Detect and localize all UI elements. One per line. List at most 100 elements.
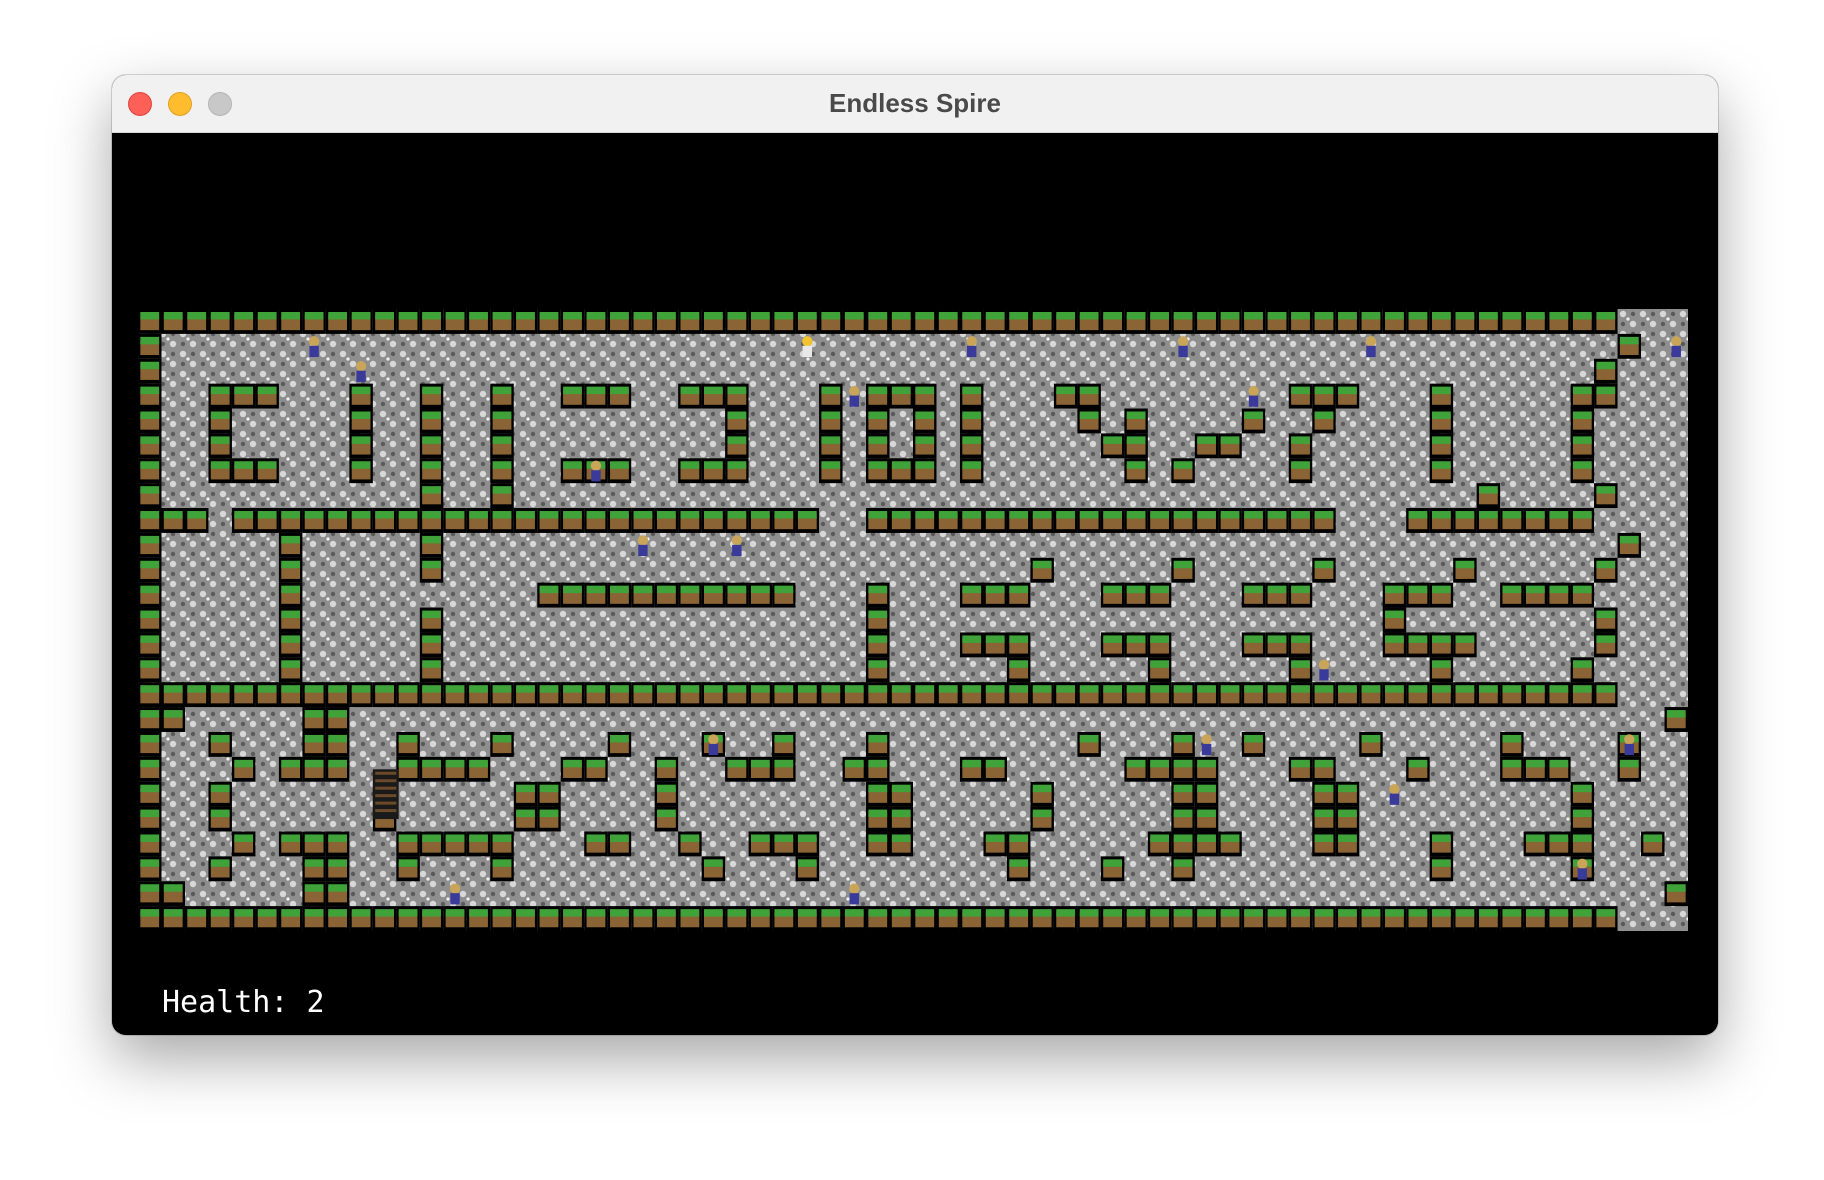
wall-tile [1594, 607, 1618, 633]
wall-tile [161, 881, 185, 907]
wall-tile [983, 309, 1007, 334]
wall-tile [1288, 458, 1313, 484]
wall-tile [349, 458, 373, 484]
wall-tile [889, 831, 913, 857]
wall-tile [302, 831, 326, 857]
wall-tile [607, 831, 632, 857]
wall-tile [866, 458, 890, 484]
wall-tile [1335, 806, 1360, 832]
wall-tile [889, 458, 913, 484]
wall-tile [1194, 806, 1219, 832]
enemy-sprite [1248, 385, 1259, 407]
wall-tile [1288, 508, 1313, 533]
wall-tile [678, 682, 702, 708]
wall-tile [490, 458, 514, 484]
wall-tile [889, 383, 913, 409]
health-value: 2 [306, 985, 325, 1020]
wall-tile [208, 781, 232, 807]
wall-tile [138, 333, 162, 359]
wall-tile [1124, 756, 1148, 782]
wall-tile [842, 309, 867, 334]
wall-tile [1570, 806, 1595, 832]
wall-tile [231, 383, 256, 409]
enemy-sprite [308, 336, 320, 358]
wall-tile [1570, 433, 1595, 459]
wall-tile [1171, 906, 1195, 931]
wall-tile [1570, 831, 1595, 857]
wall-tile [255, 682, 279, 708]
wall-tile [419, 632, 444, 658]
wall-tile [1406, 309, 1430, 334]
wall-tile [959, 383, 984, 409]
wall-tile [208, 433, 232, 459]
wall-tile [1077, 383, 1101, 409]
wall-tile [466, 508, 491, 533]
wall-tile [1006, 906, 1031, 931]
wall-tile [1312, 806, 1336, 832]
game-board[interactable] [138, 309, 1688, 931]
wall-tile [396, 508, 420, 533]
wall-tile [584, 682, 608, 708]
wall-tile [1077, 508, 1101, 533]
wall-tile [161, 707, 185, 732]
wall-tile [1312, 383, 1336, 409]
wall-tile [443, 756, 467, 782]
wall-tile [419, 309, 444, 334]
wall-tile [983, 508, 1007, 533]
wall-tile [959, 508, 984, 533]
wall-tile [1053, 508, 1078, 533]
wall-tile [725, 756, 749, 782]
wall-tile [701, 383, 726, 409]
wall-tile [678, 458, 702, 484]
wall-tile [959, 458, 984, 484]
wall-tile [1124, 433, 1148, 459]
wall-tile [1077, 906, 1101, 931]
wall-tile [772, 756, 796, 782]
wall-tile [1241, 906, 1266, 931]
wall-tile [490, 831, 514, 857]
wall-tile [701, 458, 726, 484]
wall-tile [325, 707, 350, 732]
wall-tile [1382, 632, 1407, 658]
wall-tile [1194, 682, 1219, 708]
wall-tile [607, 682, 632, 708]
wall-tile [1124, 408, 1148, 434]
wall-tile [278, 607, 303, 633]
wall-tile [654, 906, 679, 931]
wall-tile [490, 383, 514, 409]
wall-tile [513, 682, 538, 708]
wall-tile [1241, 582, 1266, 608]
wall-tile [302, 756, 326, 782]
wall-tile [1147, 508, 1172, 533]
wall-tile [1030, 557, 1054, 583]
wall-tile [1030, 781, 1054, 807]
wall-tile [138, 806, 162, 832]
wall-tile [208, 458, 232, 484]
enemy-sprite [708, 734, 719, 756]
wall-tile [443, 682, 467, 708]
wall-tile [208, 906, 232, 931]
wall-tile [1523, 508, 1548, 533]
wall-tile [1359, 309, 1383, 334]
wall-tile [278, 906, 303, 931]
wall-tile [607, 309, 632, 334]
wall-tile [1147, 309, 1172, 334]
wall-tile [302, 881, 326, 907]
wall-tile [325, 309, 350, 334]
wall-tile [255, 309, 279, 334]
wall-tile [936, 508, 960, 533]
wall-tile [889, 806, 913, 832]
wall-tile [278, 532, 303, 558]
wall-tile [1570, 408, 1595, 434]
wall-tile [1429, 831, 1454, 857]
wall-tile [1523, 831, 1548, 857]
wall-tile [138, 433, 162, 459]
game-viewport[interactable]: Health: 2 [112, 133, 1718, 1035]
wall-tile [1359, 906, 1383, 931]
wall-tile [325, 731, 350, 757]
wall-tile [678, 582, 702, 608]
wall-tile [913, 383, 937, 409]
wall-tile [631, 906, 655, 931]
wall-tile [537, 508, 561, 533]
wall-tile [607, 508, 632, 533]
